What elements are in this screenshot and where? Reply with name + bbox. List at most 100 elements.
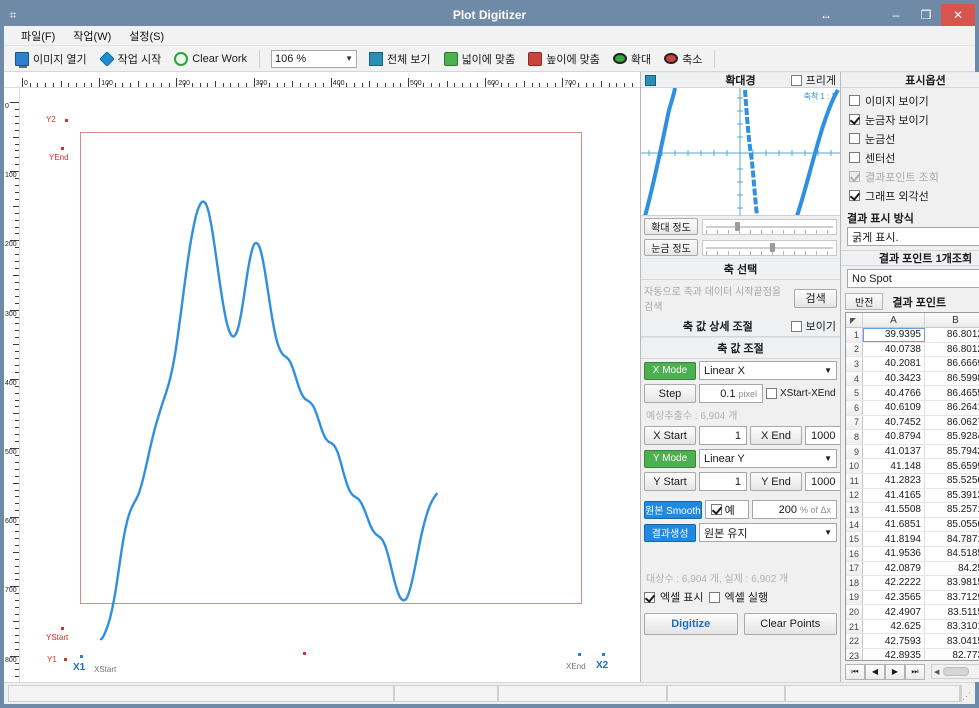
- table-row[interactable]: 740.745286.0627: [846, 415, 979, 431]
- marker-center-point[interactable]: [303, 652, 306, 655]
- x-end-button[interactable]: X End: [750, 426, 802, 445]
- table-row[interactable]: 1842.222283.9815: [846, 576, 979, 591]
- marker-x1[interactable]: [80, 655, 83, 658]
- table-row[interactable]: 941.013785.7942: [846, 444, 979, 460]
- hscroll-left-arrow-icon[interactable]: ◀: [934, 668, 939, 676]
- axis-detail-checkbox[interactable]: [790, 320, 802, 332]
- result-grid[interactable]: A B 139.939586.8012240.073886.8012340.20…: [845, 312, 979, 661]
- option-centerline[interactable]: 센터선: [841, 148, 979, 167]
- single-point-select[interactable]: No Spot ▼: [847, 269, 979, 288]
- cell-a[interactable]: 39.9395: [863, 328, 925, 342]
- cell-b[interactable]: 84.7871: [925, 532, 979, 546]
- fit-height-button[interactable]: 높이에 맞춤: [523, 49, 605, 69]
- cell-b[interactable]: 86.2641: [925, 401, 979, 415]
- y-start-field[interactable]: 1: [699, 472, 747, 491]
- cell-b[interactable]: 85.0556: [925, 518, 979, 532]
- x-mode-tag[interactable]: X Mode: [644, 361, 696, 380]
- table-row[interactable]: 2242.759383.0415: [846, 634, 979, 650]
- cell-b[interactable]: 84.5185: [925, 547, 979, 561]
- excel-run-checkbox[interactable]: [708, 591, 720, 603]
- x-end-field[interactable]: 1000: [805, 426, 842, 445]
- clear-points-button[interactable]: Clear Points: [743, 613, 837, 635]
- zoom-out-button[interactable]: 축소: [659, 49, 707, 69]
- y-end-field[interactable]: 1000: [805, 472, 842, 491]
- start-work-button[interactable]: 작업 시작: [95, 49, 167, 69]
- cell-b[interactable]: 85.3913: [925, 489, 979, 503]
- fit-all-button[interactable]: 전체 보기: [364, 49, 436, 69]
- table-row[interactable]: 840.879485.9284: [846, 430, 979, 445]
- cell-a[interactable]: 40.3423: [863, 371, 925, 386]
- cell-a[interactable]: 42.2222: [863, 576, 925, 590]
- cell-a[interactable]: 42.625: [863, 619, 925, 634]
- minimize-button[interactable]: –: [881, 4, 911, 26]
- search-button[interactable]: 검색: [794, 288, 837, 308]
- marker-ystart[interactable]: [61, 627, 64, 630]
- cell-a[interactable]: 41.9536: [863, 546, 925, 561]
- cell-b[interactable]: 86.0627: [925, 416, 979, 430]
- cell-b[interactable]: 83.3101: [925, 620, 979, 634]
- result-gen-tag[interactable]: 결과생성: [644, 523, 696, 542]
- grid-horizontal-scrollbar[interactable]: ◀ ▶: [931, 664, 979, 679]
- cell-b[interactable]: 85.7942: [925, 445, 979, 459]
- marker-xend[interactable]: [578, 653, 581, 656]
- option-graph-outline[interactable]: 그래프 외각선: [841, 186, 979, 205]
- cell-a[interactable]: 40.4766: [863, 386, 925, 400]
- smooth-yes-toggle[interactable]: 예: [704, 500, 749, 519]
- cell-b[interactable]: 85.9284: [925, 430, 979, 444]
- cell-b[interactable]: 83.0415: [925, 634, 979, 648]
- cell-b[interactable]: 83.7129: [925, 591, 979, 605]
- menu-item-file[interactable]: 파일(F): [12, 26, 64, 46]
- table-row[interactable]: 540.476686.4655: [846, 386, 979, 401]
- close-button[interactable]: ✕: [941, 4, 975, 26]
- cell-a[interactable]: 42.4907: [863, 605, 925, 619]
- option-show-image[interactable]: 이미지 보이기: [841, 91, 979, 110]
- cell-b[interactable]: 86.8012: [925, 328, 979, 342]
- cell-a[interactable]: 41.0137: [863, 444, 925, 459]
- table-row[interactable]: 1341.550885.2571: [846, 503, 979, 518]
- cell-b[interactable]: 86.5998: [925, 372, 979, 386]
- table-row[interactable]: 2142.62583.3101: [846, 619, 979, 635]
- window-resize-grip[interactable]: [962, 689, 971, 702]
- cell-b[interactable]: 84.25: [925, 562, 979, 576]
- show-ruler-checkbox[interactable]: [849, 114, 860, 125]
- clear-work-button[interactable]: Clear Work: [169, 50, 252, 68]
- cell-a[interactable]: 41.4165: [863, 488, 925, 503]
- marker-y1[interactable]: [64, 658, 67, 661]
- gridlines-checkbox[interactable]: [849, 133, 860, 144]
- grid-level-slider[interactable]: [702, 239, 837, 256]
- zoom-in-button[interactable]: 확대: [608, 49, 656, 69]
- table-row[interactable]: 2342.893582.773: [846, 649, 979, 660]
- option-gridlines[interactable]: 눈금선: [841, 129, 979, 148]
- resize-button[interactable]: ↔: [811, 4, 841, 26]
- y-mode-select[interactable]: Linear Y ▼: [699, 449, 837, 468]
- result-style-select[interactable]: 굵게 표시. ▼: [847, 227, 979, 246]
- zoom-level-slider[interactable]: [702, 218, 837, 235]
- vertical-ruler[interactable]: 0 100 200 300 400 500 600 700 800: [4, 88, 20, 682]
- tab-invert[interactable]: 반전: [845, 293, 884, 310]
- menu-item-settings[interactable]: 설정(S): [120, 26, 173, 46]
- y-mode-tag[interactable]: Y Mode: [644, 449, 696, 468]
- table-row[interactable]: 1141.282385.5256: [846, 473, 979, 489]
- cell-a[interactable]: 40.7452: [863, 415, 925, 430]
- cell-a[interactable]: 41.8194: [863, 532, 925, 546]
- marker-y2[interactable]: [65, 119, 68, 122]
- graph-outline-checkbox[interactable]: [849, 190, 860, 201]
- x-start-button[interactable]: X Start: [644, 426, 696, 445]
- table-row[interactable]: 2042.490783.5115: [846, 605, 979, 620]
- freeze-toggle[interactable]: 프리게: [790, 72, 836, 88]
- y-end-button[interactable]: Y End: [750, 472, 802, 491]
- cell-a[interactable]: 42.3565: [863, 590, 925, 605]
- table-row[interactable]: 240.073886.8012: [846, 342, 979, 358]
- plot-canvas[interactable]: Y2 YEnd YStart Y1 X1 XStart XEnd X2: [20, 88, 640, 682]
- grid-select-all[interactable]: [846, 313, 863, 327]
- step-button[interactable]: Step: [644, 384, 696, 403]
- table-row[interactable]: 440.342386.5998: [846, 371, 979, 387]
- menu-item-work[interactable]: 작업(W): [64, 26, 120, 46]
- maximize-button[interactable]: ❐: [911, 4, 941, 26]
- cell-a[interactable]: 41.148: [863, 459, 925, 473]
- cell-b[interactable]: 85.2571: [925, 503, 979, 517]
- cell-b[interactable]: 85.5256: [925, 474, 979, 488]
- result-gen-select[interactable]: 원본 유지 ▼: [699, 523, 837, 542]
- table-row[interactable]: 1441.685185.0556: [846, 517, 979, 533]
- cell-b[interactable]: 86.4655: [925, 386, 979, 400]
